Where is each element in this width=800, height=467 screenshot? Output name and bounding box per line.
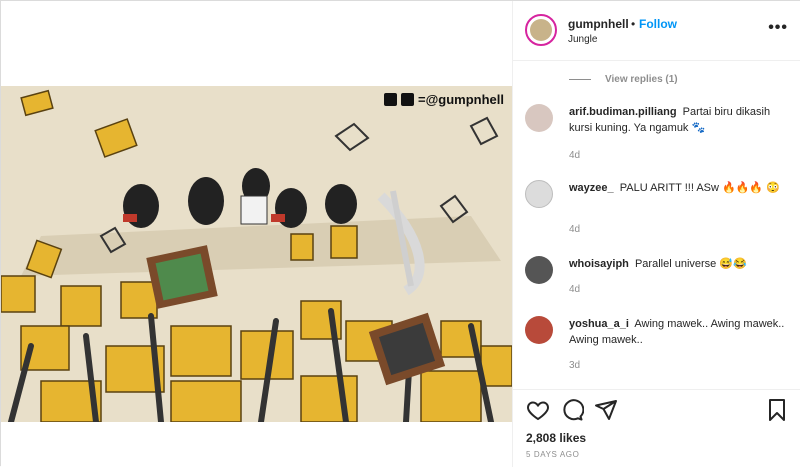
view-replies-button[interactable]: View replies (1) (569, 74, 678, 85)
comment-text: Parallel universe 😅😂 (634, 258, 747, 270)
post-actions: 2,808 likes 5 DAYS AGO (513, 389, 800, 467)
post-media[interactable]: =@gumpnhell (1, 1, 512, 467)
like-heart-icon[interactable] (526, 398, 550, 422)
comment-time[interactable]: 4d (569, 284, 580, 295)
owner-avatar[interactable] (525, 14, 557, 46)
instagram-post: =@gumpnhell gumpnhell • Follow Jungle ••… (0, 0, 800, 467)
comment-text: PALU ARITT !!! ASw 🔥🔥🔥 😳 (619, 182, 780, 194)
more-options-button[interactable]: ••• (768, 19, 788, 37)
media-top-whitespace (1, 1, 512, 86)
owner-username[interactable]: gumpnhell (568, 17, 629, 31)
post-date[interactable]: 5 DAYS AGO (526, 450, 579, 459)
commenter-avatar[interactable] (525, 180, 553, 208)
owner-avatar-image (530, 19, 552, 41)
replies-line (569, 79, 591, 80)
view-replies-label: View replies (1) (605, 74, 678, 85)
comment-username[interactable]: wayzee_ (569, 182, 614, 194)
comment-text-block: wayzee_ PALU ARITT !!! ASw 🔥🔥🔥 😳 (569, 180, 789, 196)
save-bookmark-icon[interactable] (765, 398, 789, 422)
commenter-avatar[interactable] (525, 104, 553, 132)
comment-username[interactable]: whoisayiph (569, 258, 629, 270)
comments-list[interactable]: View replies (1) arif.budiman.pilliang P… (513, 62, 800, 389)
facebook-icon (384, 93, 397, 106)
post-location[interactable]: Jungle (568, 34, 597, 45)
comment-text-block: yoshua_a_i Awing mawek.. Awing mawek.. A… (569, 316, 789, 348)
post-header: gumpnhell • Follow Jungle ••• (513, 1, 800, 61)
share-paper-plane-icon[interactable] (594, 398, 618, 422)
post-sidebar: gumpnhell • Follow Jungle ••• View repli… (512, 1, 800, 467)
comment-username[interactable]: yoshua_a_i (569, 318, 629, 330)
cartoon-illustration: =@gumpnhell (1, 86, 512, 422)
artist-handle-text: =@gumpnhell (418, 92, 504, 107)
comment-time[interactable]: 4d (569, 150, 580, 161)
separator-dot: • (631, 17, 636, 31)
cartoon-artwork (1, 86, 512, 422)
comment-time[interactable]: 4d (569, 224, 580, 235)
comment-text-block: whoisayiph Parallel universe 😅😂 (569, 256, 789, 272)
comment-time[interactable]: 3d (569, 360, 580, 371)
comment-bubble-icon[interactable] (560, 398, 584, 422)
likes-count[interactable]: 2,808 likes (526, 431, 586, 445)
comment-username[interactable]: arif.budiman.pilliang (569, 106, 677, 118)
commenter-avatar[interactable] (525, 316, 553, 344)
media-bottom-whitespace (1, 422, 512, 467)
commenter-avatar[interactable] (525, 256, 553, 284)
comment-text-block: arif.budiman.pilliang Partai biru dikasi… (569, 104, 789, 136)
artist-handle: =@gumpnhell (384, 92, 504, 107)
follow-button[interactable]: Follow (639, 17, 677, 31)
instagram-icon (401, 93, 414, 106)
